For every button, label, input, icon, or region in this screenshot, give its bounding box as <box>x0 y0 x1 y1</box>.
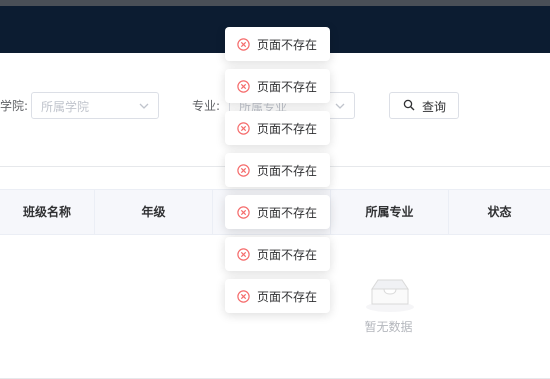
toast-message: 页面不存在 <box>257 164 318 178</box>
toast-message: 页面不存在 <box>257 290 318 304</box>
window-edge <box>0 0 550 6</box>
college-select[interactable]: 所属学院 <box>31 92 159 119</box>
error-toast: 页面不存在 <box>225 237 330 271</box>
query-button-label: 查询 <box>422 100 447 114</box>
major-label: 专业: <box>192 99 221 113</box>
empty-inbox-icon <box>366 279 414 312</box>
column-header-grade[interactable]: 年级 <box>95 190 212 234</box>
error-toast: 页面不存在 <box>225 27 330 61</box>
error-toast: 页面不存在 <box>225 279 330 313</box>
circle-x-icon <box>237 164 250 177</box>
column-header-status[interactable]: 状态 <box>449 190 550 234</box>
toast-message: 页面不存在 <box>257 206 318 220</box>
circle-x-icon <box>237 80 250 93</box>
error-toast: 页面不存在 <box>225 111 330 145</box>
error-toast: 页面不存在 <box>225 69 330 103</box>
error-toast: 页面不存在 <box>225 195 330 229</box>
column-header-class-name[interactable]: 班级名称 <box>0 190 94 234</box>
toast-message: 页面不存在 <box>257 248 318 262</box>
chevron-down-icon <box>335 103 345 109</box>
college-placeholder: 所属学院 <box>41 100 90 114</box>
circle-x-icon <box>237 122 250 135</box>
circle-x-icon <box>237 206 250 219</box>
column-header-major[interactable]: 所属专业 <box>331 190 448 234</box>
query-button[interactable]: 查询 <box>389 92 459 119</box>
toast-message: 页面不存在 <box>257 80 318 94</box>
college-label: 学院: <box>0 99 29 113</box>
error-toast: 页面不存在 <box>225 153 330 187</box>
circle-x-icon <box>237 290 250 303</box>
circle-x-icon <box>237 248 250 261</box>
toast-message: 页面不存在 <box>257 38 318 52</box>
circle-x-icon <box>237 38 250 51</box>
empty-state-text: 暂无数据 <box>364 320 413 334</box>
search-icon <box>403 99 415 111</box>
toast-message: 页面不存在 <box>257 122 318 136</box>
chevron-down-icon <box>139 103 149 109</box>
